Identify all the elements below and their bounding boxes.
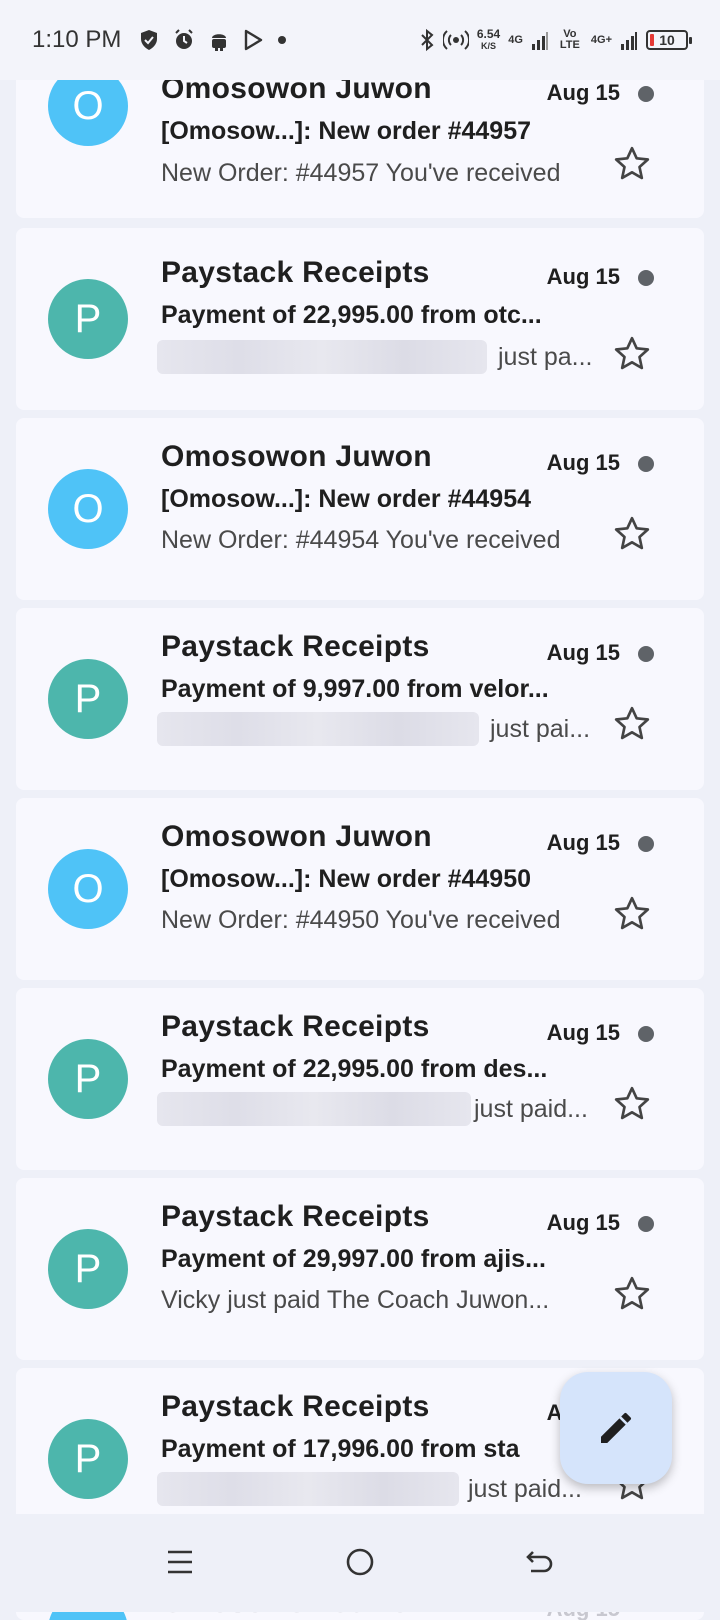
avatar: P [48, 659, 128, 739]
email-subject: Payment of 22,995.00 from otc... [161, 301, 542, 329]
home-icon [346, 1548, 374, 1576]
pencil-icon [601, 1412, 632, 1443]
avatar: P [48, 279, 128, 359]
signal-icon [531, 29, 549, 51]
email-snippet: Vicky just paid The Coach Juwon... [161, 1286, 550, 1314]
network-type-2: 4G+ [590, 33, 612, 46]
sender-name: Paystack Receipts [161, 630, 430, 663]
sender-name: Omosowon Juwon [161, 820, 432, 853]
alarm-icon [173, 29, 195, 51]
navigation-bar [0, 1514, 720, 1612]
email-subject: Payment of 22,995.00 from des... [161, 1055, 548, 1083]
star-icon[interactable] [612, 144, 652, 184]
play-icon [243, 29, 263, 51]
unread-dot [638, 456, 654, 472]
email-snippet: just pai... [490, 715, 591, 743]
star-icon[interactable] [612, 894, 652, 934]
redacted-text [157, 1472, 459, 1506]
avatar: O [48, 849, 128, 929]
email-snippet: just paid... [474, 1095, 588, 1123]
unread-dot [638, 836, 654, 852]
star-icon[interactable] [612, 704, 652, 744]
avatar: P [48, 1419, 128, 1499]
redacted-text [157, 1092, 471, 1126]
email-subject: [Omosow...]: New order #44954 [161, 485, 532, 513]
avatar: P [48, 1229, 128, 1309]
redacted-text [157, 340, 487, 374]
unread-dot [638, 86, 654, 102]
email-item[interactable]: O Omosowon Juwon Aug 15 [Omosow...]: New… [16, 418, 704, 600]
shield-icon [139, 29, 159, 51]
email-subject: Payment of 17,996.00 from sta [161, 1435, 520, 1463]
email-subject: Payment of 9,997.00 from velor... [161, 675, 549, 703]
email-date: Aug 15 [546, 80, 620, 105]
dot-icon [277, 35, 287, 45]
unread-dot [638, 270, 654, 286]
android-icon [209, 29, 229, 51]
network-type-1: 4G [508, 33, 523, 46]
network-speed: 6.54 K/S [476, 27, 501, 51]
star-icon[interactable] [612, 334, 652, 374]
email-item[interactable]: P Paystack Receipts Aug 15 Payment of 22… [16, 228, 704, 410]
home-button[interactable] [340, 1542, 380, 1582]
email-snippet: just pa... [498, 343, 593, 371]
unread-dot [638, 1026, 654, 1042]
back-icon [526, 1551, 553, 1573]
compose-button[interactable] [560, 1372, 672, 1484]
battery-icon: 10 [646, 30, 692, 50]
avatar: O [48, 469, 128, 549]
email-date: Aug 15 [546, 1210, 620, 1235]
sender-name: Paystack Receipts [161, 1390, 430, 1423]
email-date: Aug 15 [546, 640, 620, 665]
email-subject: [Omosow...]: New order #44957 [161, 117, 532, 145]
sender-name: Omosowon Juwon [161, 440, 432, 473]
email-item[interactable]: O Omosowon Juwon Aug 15 [Omosow...]: New… [16, 798, 704, 980]
sender-name: Paystack Receipts [161, 1010, 430, 1043]
email-item[interactable]: P Paystack Receipts Aug 15 Payment of 29… [16, 1178, 704, 1360]
hotspot-icon [442, 28, 469, 52]
status-bar: 1:10 PM 6.54 K/S 4G Vo LTE 4G+ 10 [0, 0, 720, 80]
email-date: Aug 15 [546, 1020, 620, 1045]
star-icon[interactable] [612, 1274, 652, 1314]
email-date: Aug 15 [546, 830, 620, 855]
email-snippet: New Order: #44950 You've received [161, 906, 561, 934]
email-date: Aug 15 [546, 450, 620, 475]
email-snippet: New Order: #44954 You've received [161, 526, 561, 554]
signal-icon-2 [620, 29, 638, 51]
unread-dot [638, 646, 654, 662]
email-snippet: New Order: #44957 You've received [161, 159, 561, 187]
email-item[interactable]: P Paystack Receipts Aug 15 Payment of 9,… [16, 608, 704, 790]
email-snippet: just paid... [468, 1475, 582, 1503]
star-icon[interactable] [612, 1084, 652, 1124]
email-subject: [Omosow...]: New order #44950 [161, 865, 532, 893]
star-icon[interactable] [612, 514, 652, 554]
menu-button[interactable] [160, 1542, 200, 1582]
back-button[interactable] [520, 1542, 560, 1582]
volte-label: Vo LTE [559, 28, 580, 51]
bluetooth-icon [419, 28, 435, 52]
email-item[interactable]: P Paystack Receipts Aug 15 Payment of 22… [16, 988, 704, 1170]
status-time: 1:10 PM [32, 26, 122, 53]
sender-name: Paystack Receipts [161, 256, 430, 289]
sender-name: Paystack Receipts [161, 1200, 430, 1233]
email-subject: Payment of 29,997.00 from ajis... [161, 1245, 546, 1273]
menu-icon [168, 1550, 192, 1574]
unread-dot [638, 1216, 654, 1232]
redacted-text [157, 712, 479, 746]
avatar: P [48, 1039, 128, 1119]
email-date: Aug 15 [546, 264, 620, 289]
